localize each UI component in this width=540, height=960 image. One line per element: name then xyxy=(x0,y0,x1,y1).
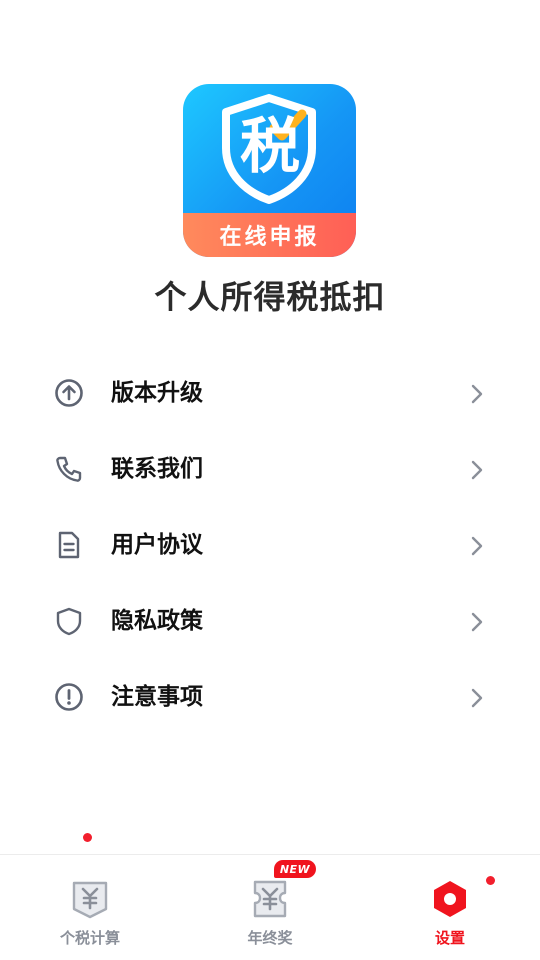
menu-item-privacy-policy[interactable]: 隐私政策 xyxy=(0,583,540,842)
settings-hexagon-icon xyxy=(434,881,466,917)
chevron-right-icon xyxy=(471,536,483,556)
chevron-right-icon xyxy=(471,460,483,480)
app-logo-banner: 在线申报 xyxy=(183,213,356,257)
tab-year-end-bonus[interactable]: 年终奖 xyxy=(180,855,360,960)
menu-item-label: 注意事项 xyxy=(111,684,203,710)
shield-icon xyxy=(56,607,82,636)
menu-item-label: 用户协议 xyxy=(111,532,203,558)
app-logo-char: 税 xyxy=(240,112,300,182)
menu-item-label: 版本升级 xyxy=(111,380,203,406)
tab-label: 年终奖 xyxy=(247,929,293,947)
menu-item-label: 隐私政策 xyxy=(111,608,203,634)
app-name-title: 个人所得税抵扣 xyxy=(154,278,386,316)
alert-circle-icon xyxy=(55,683,83,711)
menu-item-version-upgrade[interactable]: 版本升级 xyxy=(0,355,540,431)
document-icon xyxy=(58,531,80,559)
phone-icon xyxy=(56,456,82,482)
yuan-badge-icon xyxy=(72,881,108,919)
yuan-ticket-icon xyxy=(253,880,287,918)
bottom-tab-bar: 个税计算 年终奖 设置 xyxy=(0,854,540,960)
menu-item-contact-us[interactable]: 联系我们 xyxy=(0,431,540,507)
tab-settings[interactable]: 设置 xyxy=(360,855,540,960)
menu-item-label: 联系我们 xyxy=(111,456,203,482)
chevron-right-icon xyxy=(471,384,483,404)
menu-item-notes[interactable]: 注意事项 xyxy=(0,659,540,735)
settings-notification-dot xyxy=(486,876,495,885)
chevron-right-icon xyxy=(471,612,483,632)
new-badge: NEW xyxy=(274,860,316,878)
tab-label: 设置 xyxy=(434,929,465,947)
chevron-right-icon xyxy=(471,688,483,708)
notification-dot xyxy=(83,833,92,842)
menu-item-user-agreement[interactable]: 用户协议 xyxy=(0,507,540,583)
settings-menu: 版本升级 联系我们 用户协议 隐私政策 注意事项 xyxy=(0,355,540,842)
tab-tax-calculator[interactable]: 个税计算 xyxy=(0,855,180,960)
tab-label: 个税计算 xyxy=(59,929,120,947)
app-logo: 税 在线申报 xyxy=(183,84,356,257)
arrow-up-circle-icon xyxy=(55,379,83,407)
